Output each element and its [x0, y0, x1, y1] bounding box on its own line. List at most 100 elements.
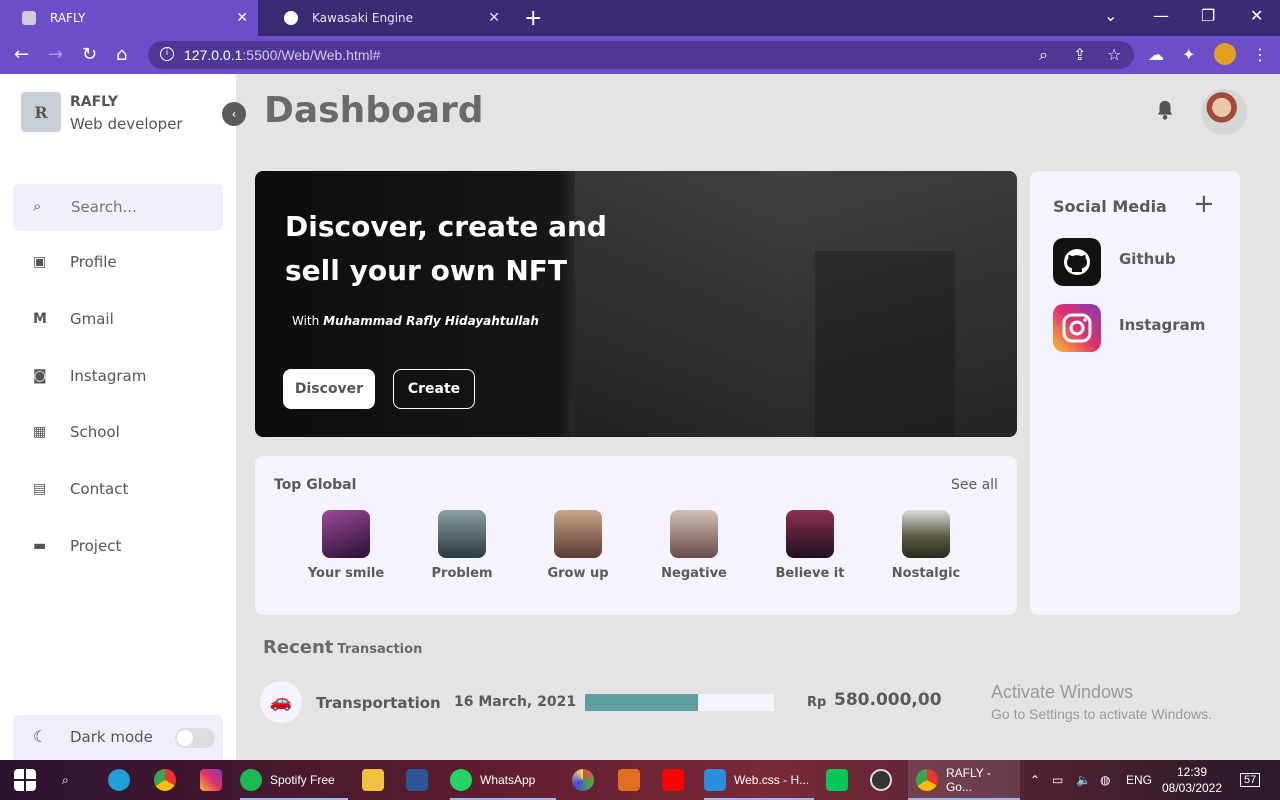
item-thumbnail: [902, 510, 950, 558]
top-global-heading: Top Global: [274, 477, 357, 493]
profile-avatar[interactable]: [1201, 89, 1247, 135]
youtube-icon[interactable]: [662, 760, 692, 800]
volume-icon[interactable]: 🔈: [1076, 760, 1091, 800]
social-media-heading: Social Media: [1053, 197, 1167, 216]
file-explorer-icon[interactable]: [362, 760, 392, 800]
home-icon[interactable]: ⌂: [116, 44, 127, 65]
restore-icon[interactable]: ❐: [1201, 6, 1215, 25]
bell-icon[interactable]: [1154, 98, 1176, 122]
taskbar-spotify[interactable]: Spotify Free: [240, 760, 348, 800]
site-info-icon[interactable]: i: [160, 47, 174, 61]
cloud-icon[interactable]: ☁: [1148, 45, 1164, 64]
taskbar-clock[interactable]: 12:39 08/03/2022: [1160, 764, 1224, 796]
back-icon[interactable]: ←: [14, 44, 29, 65]
hero-banner: Discover, create and sell your own NFT W…: [255, 171, 1017, 437]
url-text: 127.0.0.1:5500/Web/Web.html#: [184, 47, 381, 63]
tab-rafly[interactable]: RAFLY ✕: [0, 0, 258, 36]
taskbar-chrome-rafly[interactable]: RAFLY - Go...: [908, 760, 1020, 800]
browser-menu-icon[interactable]: ⋮: [1252, 45, 1268, 64]
browser-profile-avatar[interactable]: [1214, 43, 1236, 65]
sidebar-item-project[interactable]: ▬ Project: [0, 528, 236, 568]
gmail-icon: M: [33, 311, 47, 327]
taskbar-search-icon[interactable]: ⌕: [62, 760, 69, 800]
globe-icon: [284, 11, 298, 25]
address-bar[interactable]: i 127.0.0.1:5500/Web/Web.html#: [148, 41, 1134, 69]
social-item-instagram[interactable]: Instagram: [1053, 304, 1233, 352]
spotify-icon: [240, 769, 262, 791]
close-tab-icon[interactable]: ✕: [236, 10, 248, 26]
search-box: ⌕: [13, 184, 223, 231]
extensions-icon[interactable]: ✦: [1182, 45, 1195, 64]
windows-taskbar: ⌕ Spotify Free WhatsApp Web.css - H... R…: [0, 760, 1280, 800]
forward-icon[interactable]: →: [48, 44, 63, 65]
taskbar-whatsapp[interactable]: WhatsApp: [450, 760, 556, 800]
taskbar-vscode[interactable]: Web.css - H...: [704, 760, 814, 800]
social-item-github[interactable]: Github: [1053, 238, 1233, 286]
item-thumbnail: [554, 510, 602, 558]
create-button[interactable]: Create: [393, 369, 475, 409]
discover-button[interactable]: Discover: [283, 369, 375, 409]
notifications-icon[interactable]: 57: [1240, 760, 1261, 800]
reload-icon[interactable]: ↻: [82, 44, 97, 65]
sidebar-item-instagram[interactable]: ◙ Instagram: [0, 358, 236, 398]
activate-windows-subtitle: Go to Settings to activate Windows.: [991, 706, 1212, 722]
sidebar-item-gmail[interactable]: M Gmail: [0, 301, 236, 341]
avatar: R: [21, 92, 61, 132]
close-window-icon[interactable]: ✕: [1250, 6, 1263, 25]
tab-label: Kawasaki Engine: [312, 11, 414, 25]
collapse-sidebar-button[interactable]: ‹: [222, 102, 246, 126]
top-global-item[interactable]: Negative: [636, 510, 752, 590]
paint-icon[interactable]: [572, 760, 602, 800]
sidebar-item-profile[interactable]: ▣ Profile: [0, 244, 236, 284]
top-global-item[interactable]: Your smile: [288, 510, 404, 590]
item-label: Nostalgic: [891, 566, 961, 581]
dark-mode-row: ☾ Dark mode: [13, 715, 223, 760]
line-icon[interactable]: [826, 760, 856, 800]
progress-fill: [585, 694, 699, 711]
sidebar-item-label: School: [70, 423, 120, 441]
obs-icon[interactable]: [870, 760, 900, 800]
top-global-item[interactable]: Nostalgic: [868, 510, 984, 590]
top-global-item[interactable]: Problem: [404, 510, 520, 590]
sidebar-item-label: Instagram: [70, 367, 147, 385]
sidebar-item-school[interactable]: ▦ School: [0, 414, 236, 454]
app-icon[interactable]: [618, 760, 648, 800]
instagram-app-icon[interactable]: [200, 760, 230, 800]
user-name: RAFLY: [70, 94, 119, 110]
show-hidden-icons[interactable]: ⌃: [1030, 760, 1040, 800]
tab-search-icon[interactable]: ⌄: [1104, 6, 1117, 25]
item-thumbnail: [322, 510, 370, 558]
windows-logo-icon: [14, 769, 36, 791]
sidebar-item-label: Gmail: [70, 310, 114, 328]
start-button[interactable]: [14, 760, 44, 800]
top-global-item[interactable]: Grow up: [520, 510, 636, 590]
top-global-item[interactable]: Believe it: [752, 510, 868, 590]
search-input[interactable]: [71, 196, 211, 218]
search-icon: ⌕: [33, 197, 42, 215]
battery-icon[interactable]: ▭: [1052, 760, 1063, 800]
item-thumbnail: [438, 510, 486, 558]
item-thumbnail: [786, 510, 834, 558]
sidebar-item-contact[interactable]: ▤ Contact: [0, 471, 236, 511]
see-all-link[interactable]: See all: [951, 477, 998, 493]
moon-icon: ☾: [33, 727, 48, 746]
tab-kawasaki[interactable]: Kawasaki Engine ✕: [262, 0, 510, 36]
social-media-card: Social Media + Github Instagram: [1030, 171, 1240, 615]
edge-icon[interactable]: [108, 760, 138, 800]
transaction-progress-bar: [585, 694, 774, 711]
minimize-icon[interactable]: —: [1153, 6, 1169, 25]
share-icon[interactable]: ⇪: [1073, 45, 1086, 64]
chrome-icon[interactable]: [154, 760, 184, 800]
new-tab-button[interactable]: +: [524, 6, 542, 31]
car-icon: 🚗: [260, 681, 302, 723]
word-icon[interactable]: [406, 760, 436, 800]
close-tab-icon[interactable]: ✕: [488, 10, 500, 26]
bookmark-star-icon[interactable]: ☆: [1107, 45, 1121, 64]
network-icon[interactable]: ◍: [1100, 760, 1110, 800]
school-icon: ▦: [33, 424, 47, 440]
page-title: Dashboard: [264, 90, 484, 131]
add-social-button[interactable]: +: [1193, 189, 1215, 219]
dark-mode-toggle[interactable]: [175, 728, 215, 748]
zoom-icon[interactable]: ⌕: [1039, 45, 1048, 65]
language-indicator[interactable]: ENG: [1126, 760, 1152, 800]
